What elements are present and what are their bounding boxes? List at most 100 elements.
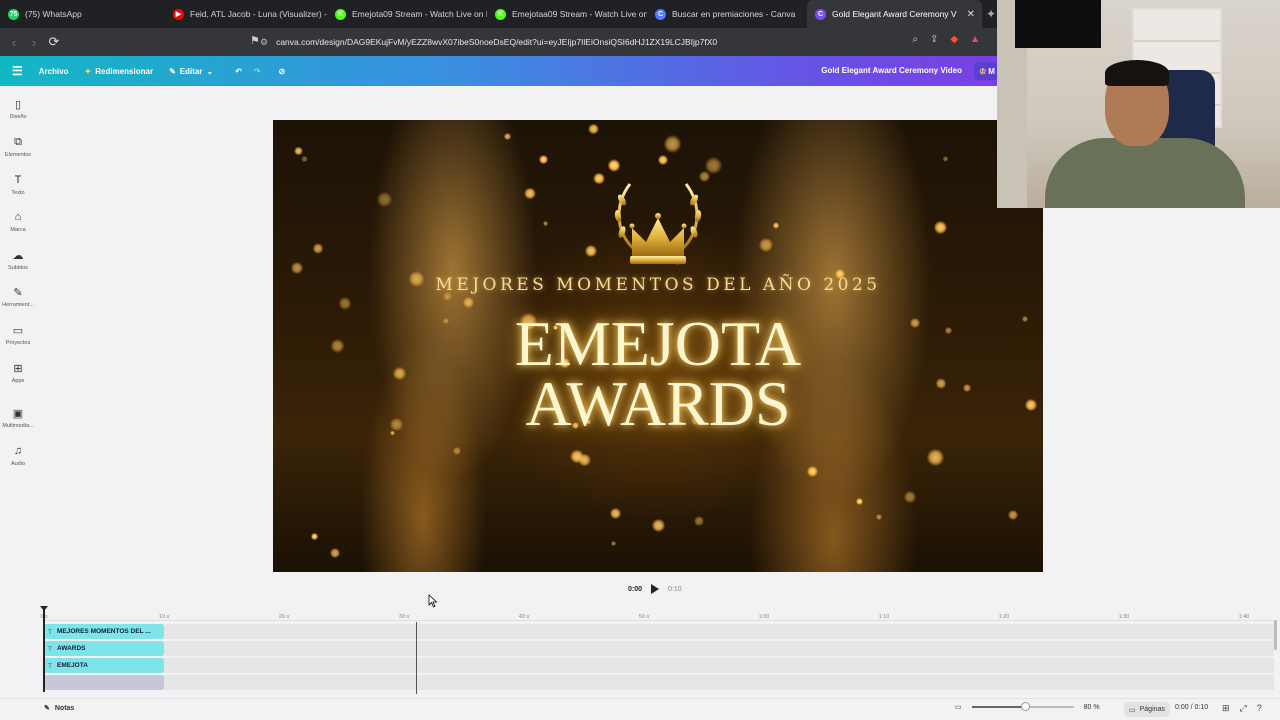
sidebar-item[interactable]: ⊞ Apps [0, 362, 36, 384]
fit-screen-icon[interactable]: ▭ [955, 703, 962, 711]
notes-button[interactable]: ✎ Notas [44, 704, 74, 713]
gold-sparkle [578, 453, 591, 467]
text-clip-icon: T [48, 627, 52, 636]
browser-tab-label: Emejotaa09 Stream - Watch Live on [512, 9, 647, 19]
canva-icon: C [815, 8, 826, 20]
sidebar-item[interactable]: ⌂ Marca [0, 211, 36, 233]
gold-sparkle [942, 156, 948, 162]
timeline[interactable]: 0 s 10 s 20 s 30 s 40 s 50 s 1:00 1:10 1:20 1:30 1… [0, 606, 1280, 698]
design-canvas[interactable]: MEJORES MOMENTOS DEL AÑO 2025 EMEJOTA AW… [273, 120, 1043, 572]
file-menu-button[interactable]: Archivo [39, 67, 69, 76]
bookmark-icon[interactable]: ⚑ [250, 34, 260, 47]
sidebar-item[interactable]: ♫ Audio [0, 445, 36, 467]
browser-tab[interactable]: C Gold Elegant Award Ceremony V ✕ [807, 0, 982, 28]
play-icon[interactable] [650, 583, 660, 595]
gold-sparkle [291, 262, 304, 275]
playhead[interactable] [40, 606, 48, 692]
sidebar-item-label: Texto [11, 190, 25, 196]
whatsapp-icon: 75 [8, 8, 19, 20]
gold-sparkle [1007, 509, 1019, 521]
edit-menu-button[interactable]: ✎ Editar ⌄ [169, 67, 213, 76]
site-info-icon[interactable]: ⚙ [260, 37, 268, 48]
timeline-text-clip[interactable]: T AWARDS [44, 641, 164, 656]
timeline-track[interactable] [44, 658, 1274, 673]
timeline-track[interactable] [44, 675, 1274, 690]
browser-tab[interactable]: 75 (75) WhatsApp [0, 0, 165, 28]
design-icon: ▯ [14, 99, 22, 111]
gold-sparkle [376, 192, 392, 208]
timeline-scrollbar[interactable] [1274, 620, 1277, 650]
pages-button[interactable]: ▭ Páginas [1124, 702, 1170, 717]
gold-sparkle [293, 146, 303, 156]
zoom-slider-knob[interactable] [1020, 702, 1030, 711]
timeline-track[interactable] [44, 624, 1274, 639]
browser-tab[interactable]: ▶ Feid, ATL Jacob - Luna (Visualizer) - Y [165, 0, 327, 28]
gold-sparkle [585, 245, 598, 258]
sidebar-item[interactable]: ▯ Diseño [0, 98, 36, 120]
crown-icon: ♔ [979, 66, 987, 76]
timeline-text-clip[interactable]: T EMEJOTA [44, 658, 164, 673]
design-subtitle[interactable]: MEJORES MOMENTOS DEL AÑO 2025 [273, 275, 1043, 295]
timeline-track[interactable] [44, 641, 1274, 656]
document-title[interactable]: Gold Elegant Award Ceremony Video [821, 66, 962, 75]
ai-assistant-icon[interactable]: ✦ [986, 7, 996, 21]
webcam-person-hair [1105, 60, 1169, 86]
pages-icon: ▭ [1129, 706, 1136, 714]
sidebar-item[interactable]: ⧉ Elementos [0, 136, 36, 158]
resize-button[interactable]: ✦ Redimensionar [85, 67, 154, 76]
forward-icon[interactable]: › [24, 35, 44, 50]
edit-label: Editar [179, 66, 203, 76]
notes-icon: ✎ [44, 705, 50, 712]
gold-sparkle [588, 123, 599, 135]
browser-tab-label: (75) WhatsApp [25, 9, 82, 19]
browser-tab[interactable]: C Buscar en premiaciones - Canva [647, 0, 807, 28]
sidebar-item-label: Multimedia... [2, 423, 34, 429]
canva-icon: C [655, 8, 666, 20]
brave-shield-icon[interactable]: ◆ [950, 34, 958, 45]
share-chip-label: M [988, 66, 995, 76]
webcam-person-body [1045, 138, 1245, 208]
design-title-line2[interactable]: AWARDS [273, 372, 1043, 436]
rewards-icon[interactable]: ▲ [970, 34, 980, 45]
gold-sparkle [543, 221, 549, 227]
timeline-ruler[interactable]: 0 s 10 s 20 s 30 s 40 s 50 s 1:00 1:10 1:20 1:30 1… [0, 612, 1280, 624]
gold-sparkle [772, 222, 780, 229]
sidebar-item[interactable]: ▣ Multimedia... [0, 407, 36, 429]
sidebar-item[interactable]: T Texto [0, 174, 36, 196]
timeline-text-clip[interactable]: T MEJORES MOMENTOS DEL ... [44, 624, 164, 639]
browser-tab[interactable]: K Emejota09 Stream - Watch Live on K [327, 0, 487, 28]
gold-sparkle [330, 548, 341, 559]
close-tab-icon[interactable]: ✕ [967, 9, 975, 20]
timeline-media-clip[interactable] [44, 675, 164, 690]
sidebar-item[interactable]: ▭ Proyectos [0, 324, 36, 346]
sidebar-item[interactable]: ✎ Herramient... [0, 286, 36, 308]
gold-sparkle [311, 533, 318, 540]
undo-icon[interactable]: ↶ [235, 67, 242, 76]
timeline-clip-label: EMEJOTA [56, 662, 88, 669]
help-icon[interactable]: ? [1257, 703, 1262, 714]
gold-sparkle [904, 491, 916, 503]
zoom-value[interactable]: 80 % [1084, 704, 1100, 711]
sidebar-item[interactable]: ☁ Subidos [0, 249, 36, 271]
text-clip-icon: T [48, 644, 52, 653]
sidebar-item-label: Proyectos [5, 340, 31, 346]
url-field[interactable]: ⚙ canva.com/design/DAG9EKujFvM/yEZZ8wvX0… [260, 34, 717, 50]
gold-sparkle [926, 448, 944, 466]
menu-icon[interactable]: ☰ [12, 64, 23, 78]
browser-tab[interactable]: K Emejotaa09 Stream - Watch Live on [487, 0, 647, 28]
playback-controls: 0:00 0:10 [628, 583, 682, 595]
kick-icon: K [335, 8, 346, 20]
share-icon[interactable]: ⇪ [930, 34, 938, 45]
laurel-crown-icon [614, 183, 702, 264]
reload-icon[interactable]: ⟳ [44, 34, 64, 50]
gold-sparkle [524, 187, 536, 200]
back-icon[interactable]: ‹ [4, 35, 24, 50]
zoom-slider[interactable] [971, 702, 1074, 711]
hover-scrub-line [416, 622, 417, 694]
search-icon[interactable]: ⌕ [912, 34, 918, 45]
grid-view-icon[interactable]: ⊞ [1222, 703, 1230, 714]
save-status-icon[interactable]: ⊘ [279, 67, 286, 76]
fullscreen-icon[interactable]: ⤢ [1240, 703, 1247, 714]
design-title-line1[interactable]: EMEJOTA [273, 312, 1043, 376]
redo-icon[interactable]: ↷ [254, 67, 261, 76]
